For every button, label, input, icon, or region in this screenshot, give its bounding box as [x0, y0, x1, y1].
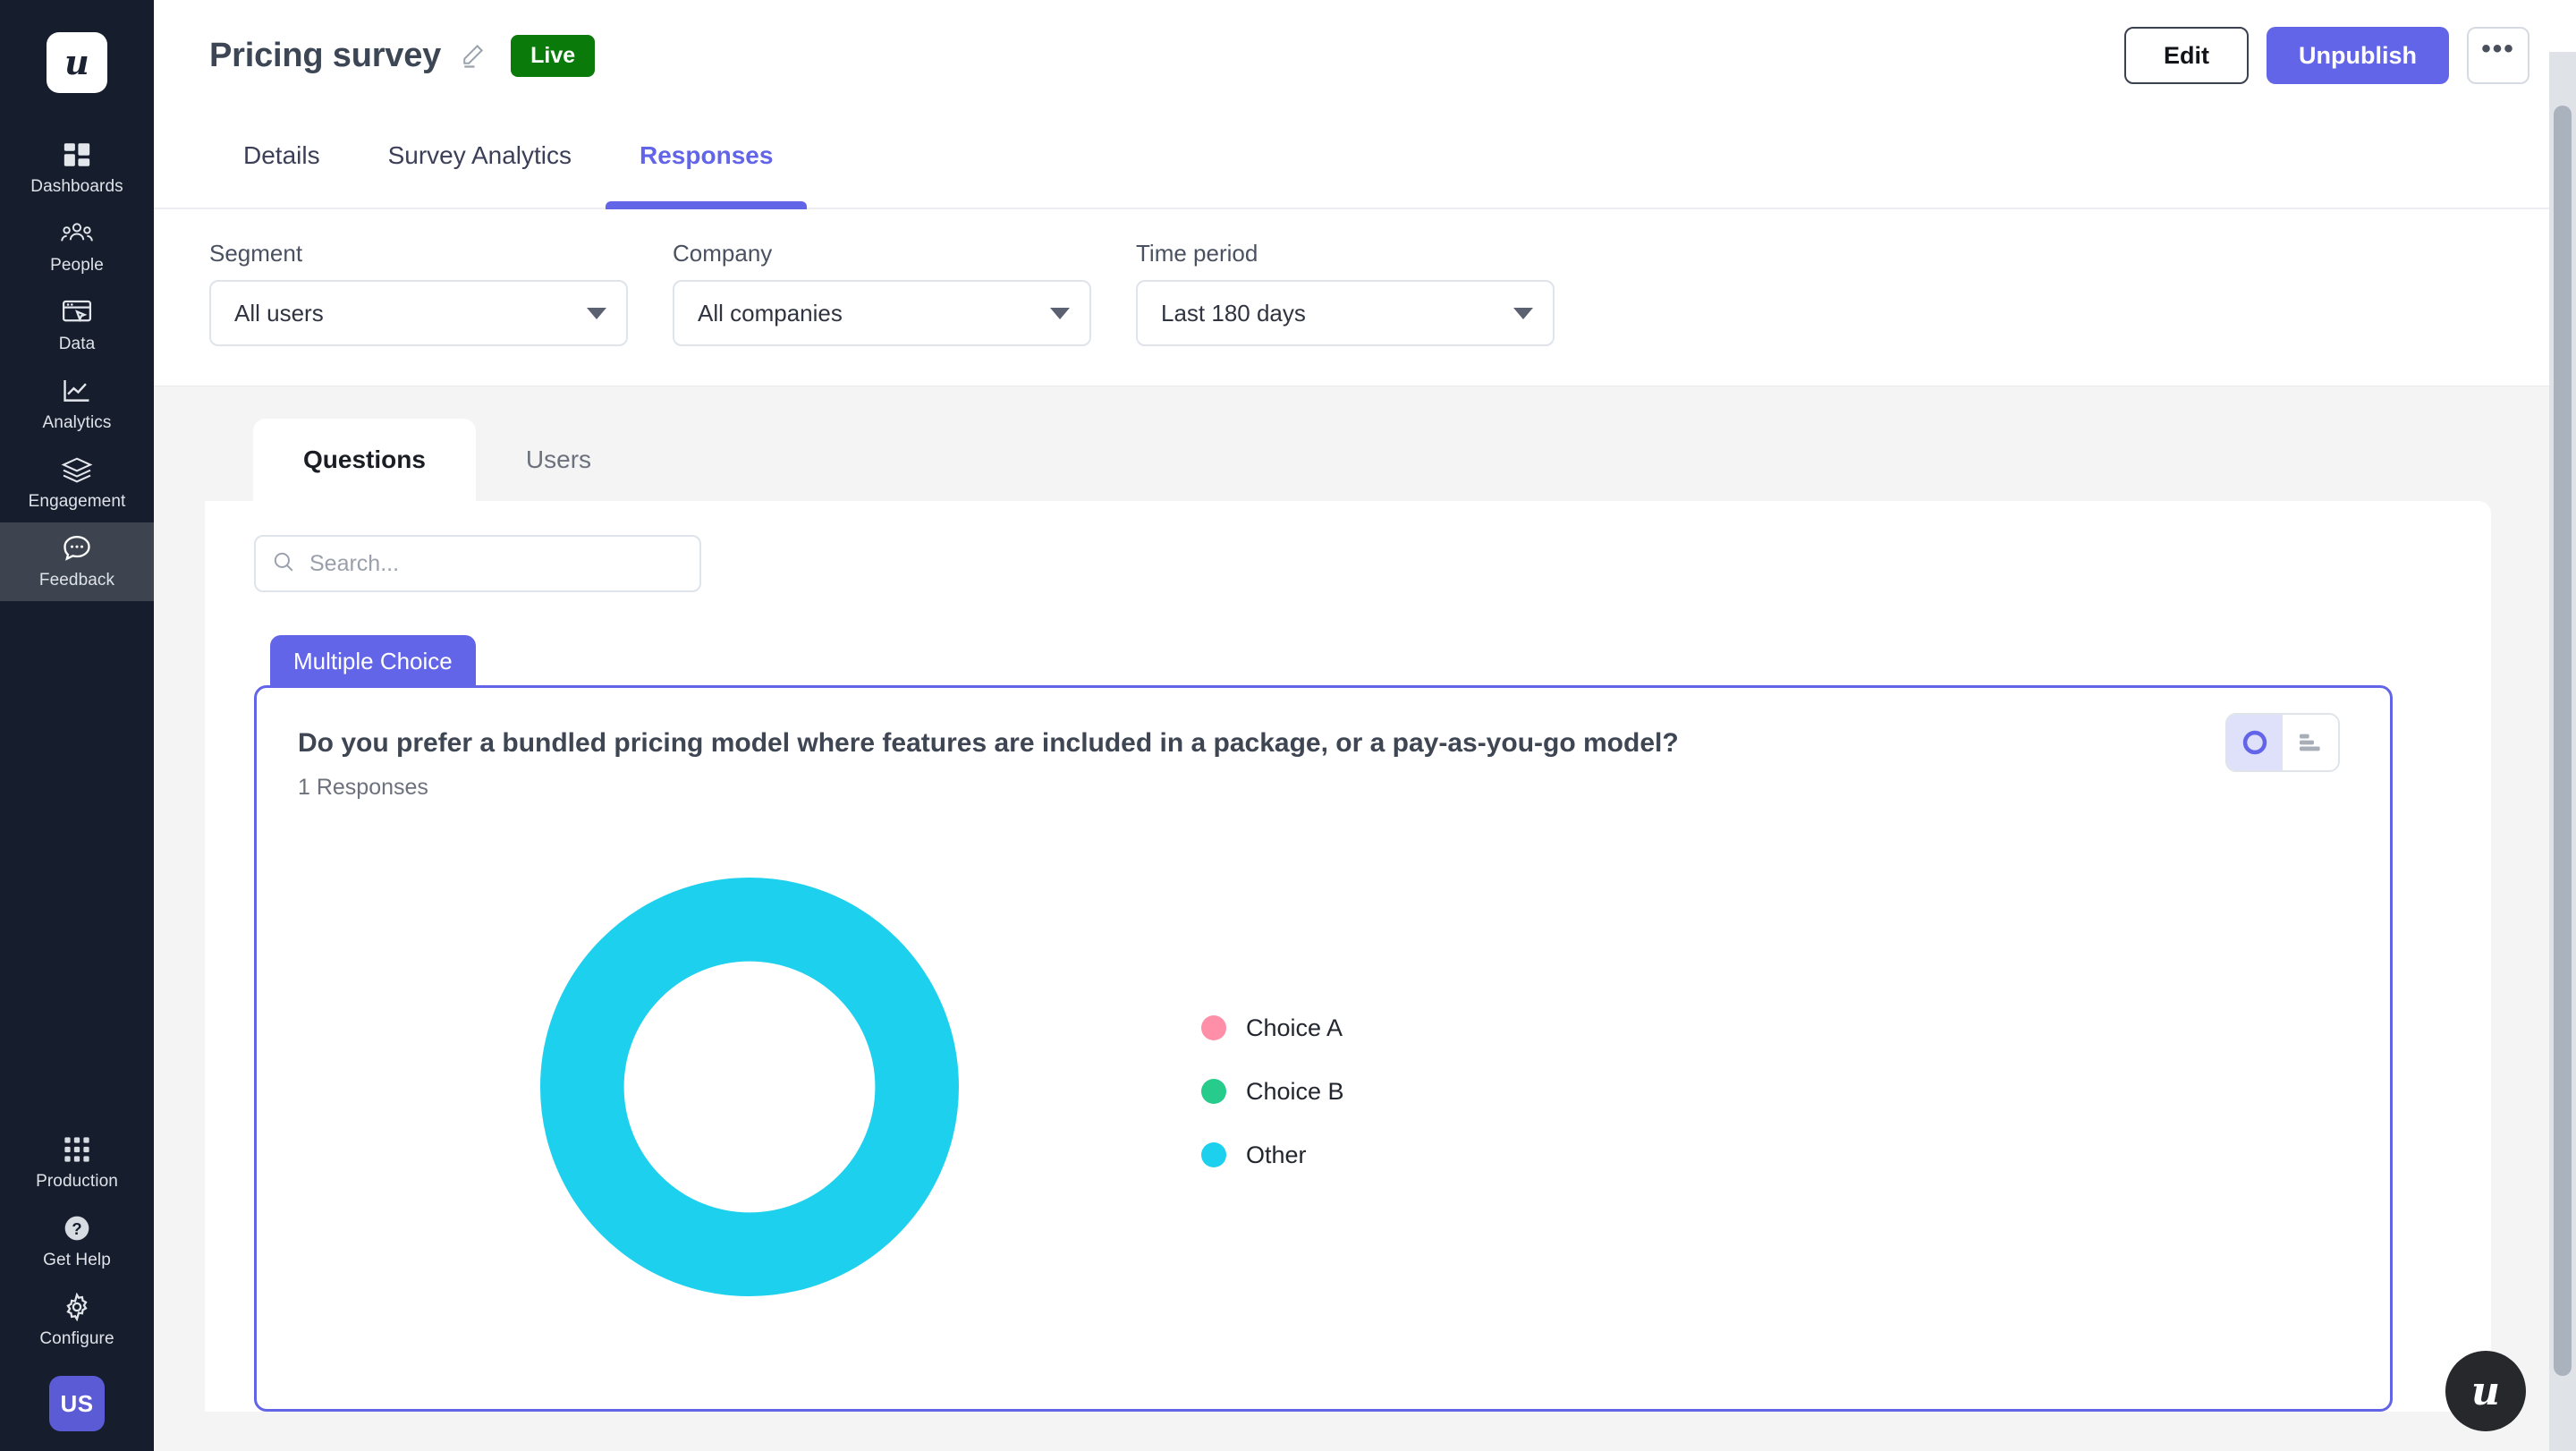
search-input[interactable] [309, 550, 649, 577]
feedback-icon [60, 533, 94, 564]
legend-label: Choice A [1246, 1014, 1343, 1041]
donut-chart [298, 819, 1201, 1355]
gear-icon [60, 1292, 94, 1322]
title-group: Pricing survey Live [209, 34, 596, 77]
legend-item[interactable]: Choice B [1201, 1078, 1344, 1106]
avatar[interactable]: US [49, 1376, 105, 1431]
question-text: Do you prefer a bundled pricing model wh… [298, 728, 1679, 758]
chevron-down-icon [587, 307, 606, 319]
analytics-icon [60, 376, 94, 406]
header-actions: Edit Unpublish ••• [2124, 27, 2529, 84]
sidebar-item-label: Analytics [42, 413, 112, 432]
question-card: Do you prefer a bundled pricing model wh… [254, 685, 2393, 1412]
company-select[interactable]: All companies [673, 280, 1091, 346]
legend-label: Choice B [1246, 1077, 1344, 1105]
app-logo[interactable]: u [47, 32, 107, 93]
sidebar-item-label: Get Help [43, 1251, 111, 1269]
legend-color-swatch [1201, 1015, 1226, 1040]
sidebar-bottom-nav: Production ? Get Help Configure US [0, 1124, 154, 1451]
legend-item[interactable]: Other [1201, 1141, 1344, 1169]
tab-responses[interactable]: Responses [606, 111, 808, 209]
sidebar-item-dashboards[interactable]: Dashboards [0, 129, 154, 208]
sidebar-item-label: People [50, 256, 104, 275]
segment-select[interactable]: All users [209, 280, 628, 346]
filter-label: Segment [209, 240, 303, 267]
company-select-value: All companies [698, 299, 843, 327]
scrollbar-thumb[interactable] [2554, 106, 2572, 1376]
bar-chart-icon[interactable] [2283, 715, 2338, 770]
filter-label: Company [673, 240, 773, 267]
question-type-badge: Multiple Choice [270, 635, 476, 688]
tab-details[interactable]: Details [209, 111, 354, 209]
filter-time-period: Time period Last 180 days [1136, 240, 1555, 346]
chart-view-toggle [2225, 713, 2340, 772]
status-badge[interactable]: Live [511, 34, 596, 77]
dashboards-icon [60, 140, 94, 170]
data-icon [60, 297, 94, 327]
tab-survey-analytics[interactable]: Survey Analytics [354, 111, 606, 209]
nav-tabs: Details Survey Analytics Responses [154, 111, 2576, 209]
filter-company: Company All companies [673, 240, 1091, 346]
sidebar-item-people[interactable]: People [0, 208, 154, 286]
filter-bar: Segment All users Company All companies … [154, 209, 2576, 386]
sidebar-item-analytics[interactable]: Analytics [0, 365, 154, 444]
legend-label: Other [1246, 1141, 1307, 1168]
filter-segment: Segment All users [209, 240, 628, 346]
pencil-icon[interactable] [459, 42, 486, 69]
responses-body: Questions Users Multiple Choice [154, 386, 2576, 1426]
more-options-button[interactable]: ••• [2467, 27, 2529, 84]
scrollbar-track[interactable] [2549, 52, 2576, 1451]
segment-select-value: All users [234, 299, 324, 327]
tab-users[interactable]: Users [476, 419, 641, 501]
panel-tabs: Questions Users [154, 419, 2576, 501]
sidebar-item-configure[interactable]: Configure [0, 1281, 154, 1360]
question-mark-icon: ? [60, 1213, 94, 1243]
app-root: u Dashboards People Data Analytics Engag… [0, 0, 2576, 1451]
search-box[interactable] [254, 535, 701, 592]
unpublish-button[interactable]: Unpublish [2267, 27, 2449, 84]
sidebar-item-label: Feedback [38, 571, 115, 590]
sidebar-item-label: Configure [39, 1329, 114, 1348]
sidebar-item-label: Dashboards [30, 177, 123, 196]
sidebar-item-engagement[interactable]: Engagement [0, 444, 154, 522]
legend-color-swatch [1201, 1079, 1226, 1104]
donut-chart-svg [539, 877, 960, 1297]
legend-color-swatch [1201, 1142, 1226, 1167]
donut-chart-icon[interactable] [2227, 715, 2283, 770]
time-period-select-value: Last 180 days [1161, 299, 1306, 327]
time-period-select[interactable]: Last 180 days [1136, 280, 1555, 346]
chevron-down-icon [1513, 307, 1533, 319]
chart-legend: Choice A Choice B Other [1201, 1006, 1344, 1169]
help-bubble-button[interactable]: u [2445, 1351, 2526, 1431]
svg-text:?: ? [72, 1219, 81, 1238]
sidebar-item-label: Data [58, 335, 96, 353]
sidebar-item-data[interactable]: Data [0, 286, 154, 365]
questions-panel: Multiple Choice [205, 501, 2491, 1412]
question-responses-count: 1 Responses [298, 775, 428, 800]
engagement-icon [60, 454, 94, 485]
page-title: Pricing survey [209, 36, 442, 74]
sidebar-item-label: Engagement [28, 492, 126, 511]
sidebar-item-feedback[interactable]: Feedback [0, 522, 154, 601]
filter-label: Time period [1136, 240, 1258, 267]
page-header: Pricing survey Live Edit Unpublish ••• [154, 0, 2576, 111]
sidebar-item-label: Production [36, 1172, 118, 1191]
chart-area: Choice A Choice B Other [298, 819, 2349, 1355]
tab-questions[interactable]: Questions [253, 419, 476, 501]
sidebar-item-get-help[interactable]: ? Get Help [0, 1202, 154, 1281]
people-icon [60, 218, 94, 249]
edit-button[interactable]: Edit [2124, 27, 2250, 84]
legend-item[interactable]: Choice A [1201, 1014, 1344, 1042]
search-icon [272, 550, 295, 578]
grid-icon [60, 1134, 94, 1165]
chevron-down-icon [1050, 307, 1070, 319]
question-block: Multiple Choice Do you prefer a bundled … [254, 635, 2491, 1412]
sidebar-nav: Dashboards People Data Analytics Engagem… [0, 129, 154, 601]
sidebar: u Dashboards People Data Analytics Engag… [0, 0, 154, 1451]
sidebar-item-production[interactable]: Production [0, 1124, 154, 1202]
main-content: Pricing survey Live Edit Unpublish ••• D… [154, 0, 2576, 1451]
